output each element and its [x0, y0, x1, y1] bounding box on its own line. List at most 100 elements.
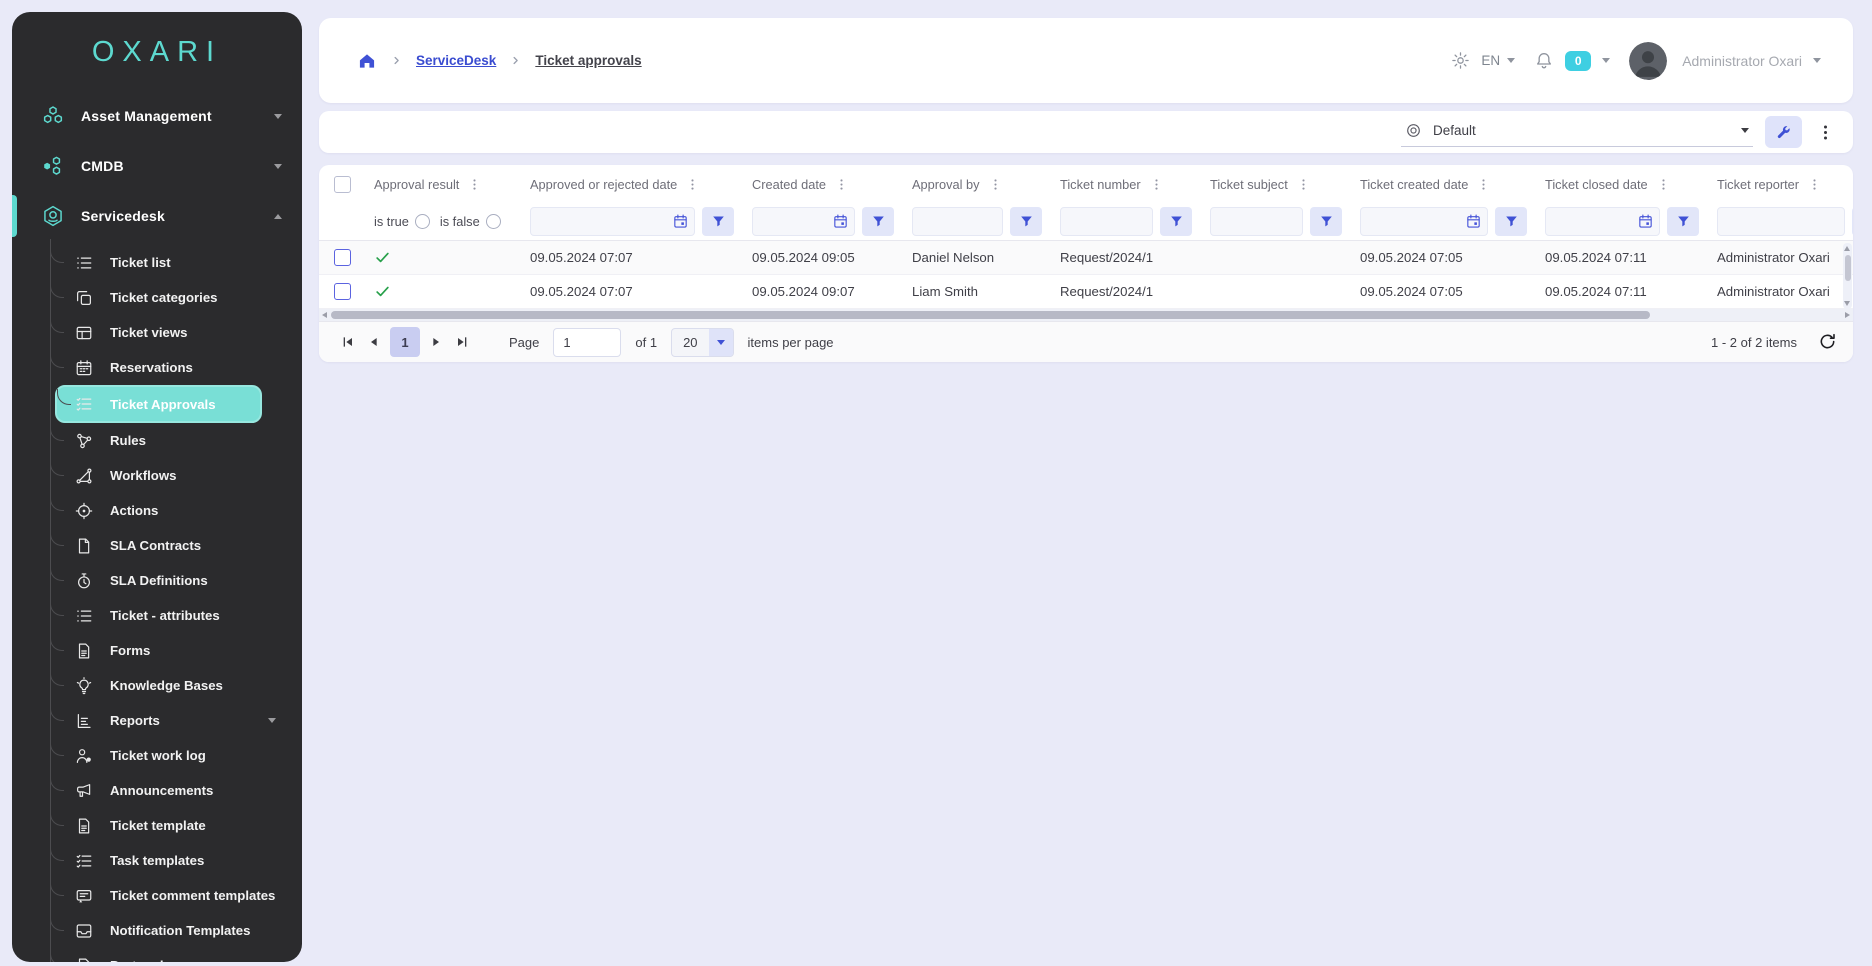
- column-menu-icon[interactable]: [1807, 177, 1822, 192]
- filter-is-false-radio[interactable]: [486, 214, 501, 229]
- ticket_subject-filter-button[interactable]: [1310, 207, 1342, 236]
- scroll-up-arrow[interactable]: [1844, 246, 1850, 251]
- sidebar-item-ticket-template[interactable]: Ticket template: [50, 808, 302, 843]
- refresh-button[interactable]: [1817, 332, 1837, 352]
- previous-page-button[interactable]: [361, 329, 387, 355]
- sidebar-item-protocols[interactable]: Protocols: [50, 948, 302, 962]
- home-icon[interactable]: [357, 51, 377, 71]
- breadcrumb-servicedesk-link[interactable]: ServiceDesk: [416, 53, 496, 68]
- sidebar-item-sla-contracts[interactable]: SLA Contracts: [50, 528, 302, 563]
- breadcrumb-current-page[interactable]: Ticket approvals: [535, 53, 641, 68]
- ticket_reporter-filter-input[interactable]: [1717, 207, 1845, 236]
- notifications-count-badge[interactable]: 0: [1565, 51, 1591, 71]
- calendar-picker-icon[interactable]: [832, 213, 849, 230]
- stopwatch-icon: [75, 572, 93, 590]
- sidebar-section-cmdb[interactable]: CMDB: [12, 141, 302, 191]
- scroll-right-arrow[interactable]: [1845, 312, 1850, 318]
- filter-is-true-radio[interactable]: [415, 214, 430, 229]
- approved_or_rejected_date-filter-button[interactable]: [702, 207, 734, 236]
- sidebar-item-task-templates[interactable]: Task templates: [50, 843, 302, 878]
- ticket_subject-filter-input[interactable]: [1210, 207, 1303, 236]
- column-menu-icon[interactable]: [1476, 177, 1491, 192]
- select-all-checkbox[interactable]: [334, 176, 351, 193]
- calendar-picker-icon[interactable]: [1637, 213, 1654, 230]
- chevron-down-icon[interactable]: [1813, 58, 1821, 63]
- next-page-button[interactable]: [423, 329, 449, 355]
- ticket_closed_date-filter-button[interactable]: [1667, 207, 1699, 236]
- user-avatar[interactable]: [1629, 42, 1667, 80]
- sidebar-item-workflows[interactable]: Workflows: [50, 458, 302, 493]
- approved_or_rejected_date-filter-input[interactable]: [530, 207, 695, 236]
- settings-gear-icon[interactable]: [1451, 51, 1470, 70]
- column-menu-icon[interactable]: [467, 177, 482, 192]
- more-options-button[interactable]: [1816, 123, 1835, 142]
- row-select-checkbox[interactable]: [334, 249, 351, 266]
- sidebar-item-rules[interactable]: Rules: [50, 423, 302, 458]
- column-menu-icon[interactable]: [685, 177, 700, 192]
- last-page-button[interactable]: [449, 329, 475, 355]
- language-selector[interactable]: EN: [1481, 53, 1515, 68]
- horizontal-scrollbar[interactable]: [319, 309, 1853, 321]
- sidebar-item-ticket-approvals[interactable]: Ticket Approvals: [55, 385, 262, 423]
- calendar-picker-icon[interactable]: [1465, 213, 1482, 230]
- sidebar-item-ticket-categories[interactable]: Ticket categories: [50, 280, 302, 315]
- sidebar-item-announcements[interactable]: Announcements: [50, 773, 302, 808]
- scroll-left-arrow[interactable]: [322, 312, 327, 318]
- approval_by-filter-input[interactable]: [912, 207, 1003, 236]
- vertical-scroll-thumb[interactable]: [1845, 255, 1851, 281]
- language-label: EN: [1481, 53, 1500, 68]
- sidebar-item-ticket-attributes[interactable]: Ticket - attributes: [50, 598, 302, 633]
- calendar-picker-icon[interactable]: [672, 213, 689, 230]
- grid-settings-button[interactable]: [1765, 116, 1802, 148]
- cell-ticket_number: Request/2024/1: [1051, 275, 1201, 308]
- brand-logo: OXARI: [12, 36, 302, 69]
- page-size-select[interactable]: 20: [671, 328, 733, 357]
- notifications-bell-icon[interactable]: [1534, 51, 1554, 71]
- breadcrumb-bar: ServiceDesk Ticket approvals EN 0 Admini…: [319, 18, 1853, 103]
- sidebar-item-reservations[interactable]: Reservations: [50, 350, 302, 385]
- column-menu-icon[interactable]: [834, 177, 849, 192]
- filter-is-false-label: is false: [440, 214, 480, 229]
- page-1-button[interactable]: 1: [390, 327, 420, 357]
- created_date-filter-button[interactable]: [862, 207, 894, 236]
- filter-cell-ticket_subject: [1201, 203, 1351, 240]
- horizontal-scroll-thumb[interactable]: [331, 311, 1650, 319]
- table-row[interactable]: 09.05.2024 07:0709.05.2024 09:05Daniel N…: [319, 241, 1853, 275]
- last-page-icon: [454, 334, 470, 350]
- sidebar-item-ticket-views[interactable]: Ticket views: [50, 315, 302, 350]
- view-selector-dropdown[interactable]: Default: [1401, 117, 1753, 147]
- column-menu-icon[interactable]: [1296, 177, 1311, 192]
- sidebar-item-notification-templates[interactable]: Notification Templates: [50, 913, 302, 948]
- sidebar-item-ticket-work-log[interactable]: Ticket work log: [50, 738, 302, 773]
- cell-ticket_closed_date: 09.05.2024 07:11: [1536, 275, 1708, 308]
- sidebar-item-ticket-list[interactable]: Ticket list: [50, 245, 302, 280]
- page-number-input[interactable]: [553, 328, 621, 357]
- sidebar-item-sla-definitions[interactable]: SLA Definitions: [50, 563, 302, 598]
- scroll-down-arrow[interactable]: [1844, 301, 1850, 306]
- table-icon: [75, 324, 93, 342]
- checklist-icon: [75, 395, 93, 413]
- sidebar-item-reports[interactable]: Reports: [50, 703, 302, 738]
- header-cell-ticket-created-date: Ticket created date: [1351, 165, 1536, 203]
- row-select-checkbox[interactable]: [334, 283, 351, 300]
- column-menu-icon[interactable]: [1656, 177, 1671, 192]
- chevron-down-icon[interactable]: [1602, 58, 1610, 63]
- sidebar-section-asset-management[interactable]: Asset Management: [12, 91, 302, 141]
- ticket_number-filter-input[interactable]: [1060, 207, 1153, 236]
- table-row[interactable]: 09.05.2024 07:0709.05.2024 09:07Liam Smi…: [319, 275, 1853, 309]
- sidebar-item-actions[interactable]: Actions: [50, 493, 302, 528]
- sidebar-section-servicedesk[interactable]: Servicedesk: [12, 191, 302, 241]
- first-page-button[interactable]: [335, 329, 361, 355]
- approval_by-filter-button[interactable]: [1010, 207, 1042, 236]
- vertical-scrollbar[interactable]: [1843, 243, 1852, 309]
- sidebar-item-ticket-comment-templates[interactable]: Ticket comment templates: [50, 878, 302, 913]
- ticket_number-filter-button[interactable]: [1160, 207, 1192, 236]
- column-menu-icon[interactable]: [988, 177, 1003, 192]
- column-menu-icon[interactable]: [1149, 177, 1164, 192]
- ticket_created_date-filter-button[interactable]: [1495, 207, 1527, 236]
- sidebar-item-forms[interactable]: Forms: [50, 633, 302, 668]
- previous-page-icon: [366, 334, 382, 350]
- sidebar-item-knowledge-bases[interactable]: Knowledge Bases: [50, 668, 302, 703]
- filter-is-true-label: is true: [374, 214, 409, 229]
- ticket_reporter-filter-button[interactable]: [1852, 207, 1853, 236]
